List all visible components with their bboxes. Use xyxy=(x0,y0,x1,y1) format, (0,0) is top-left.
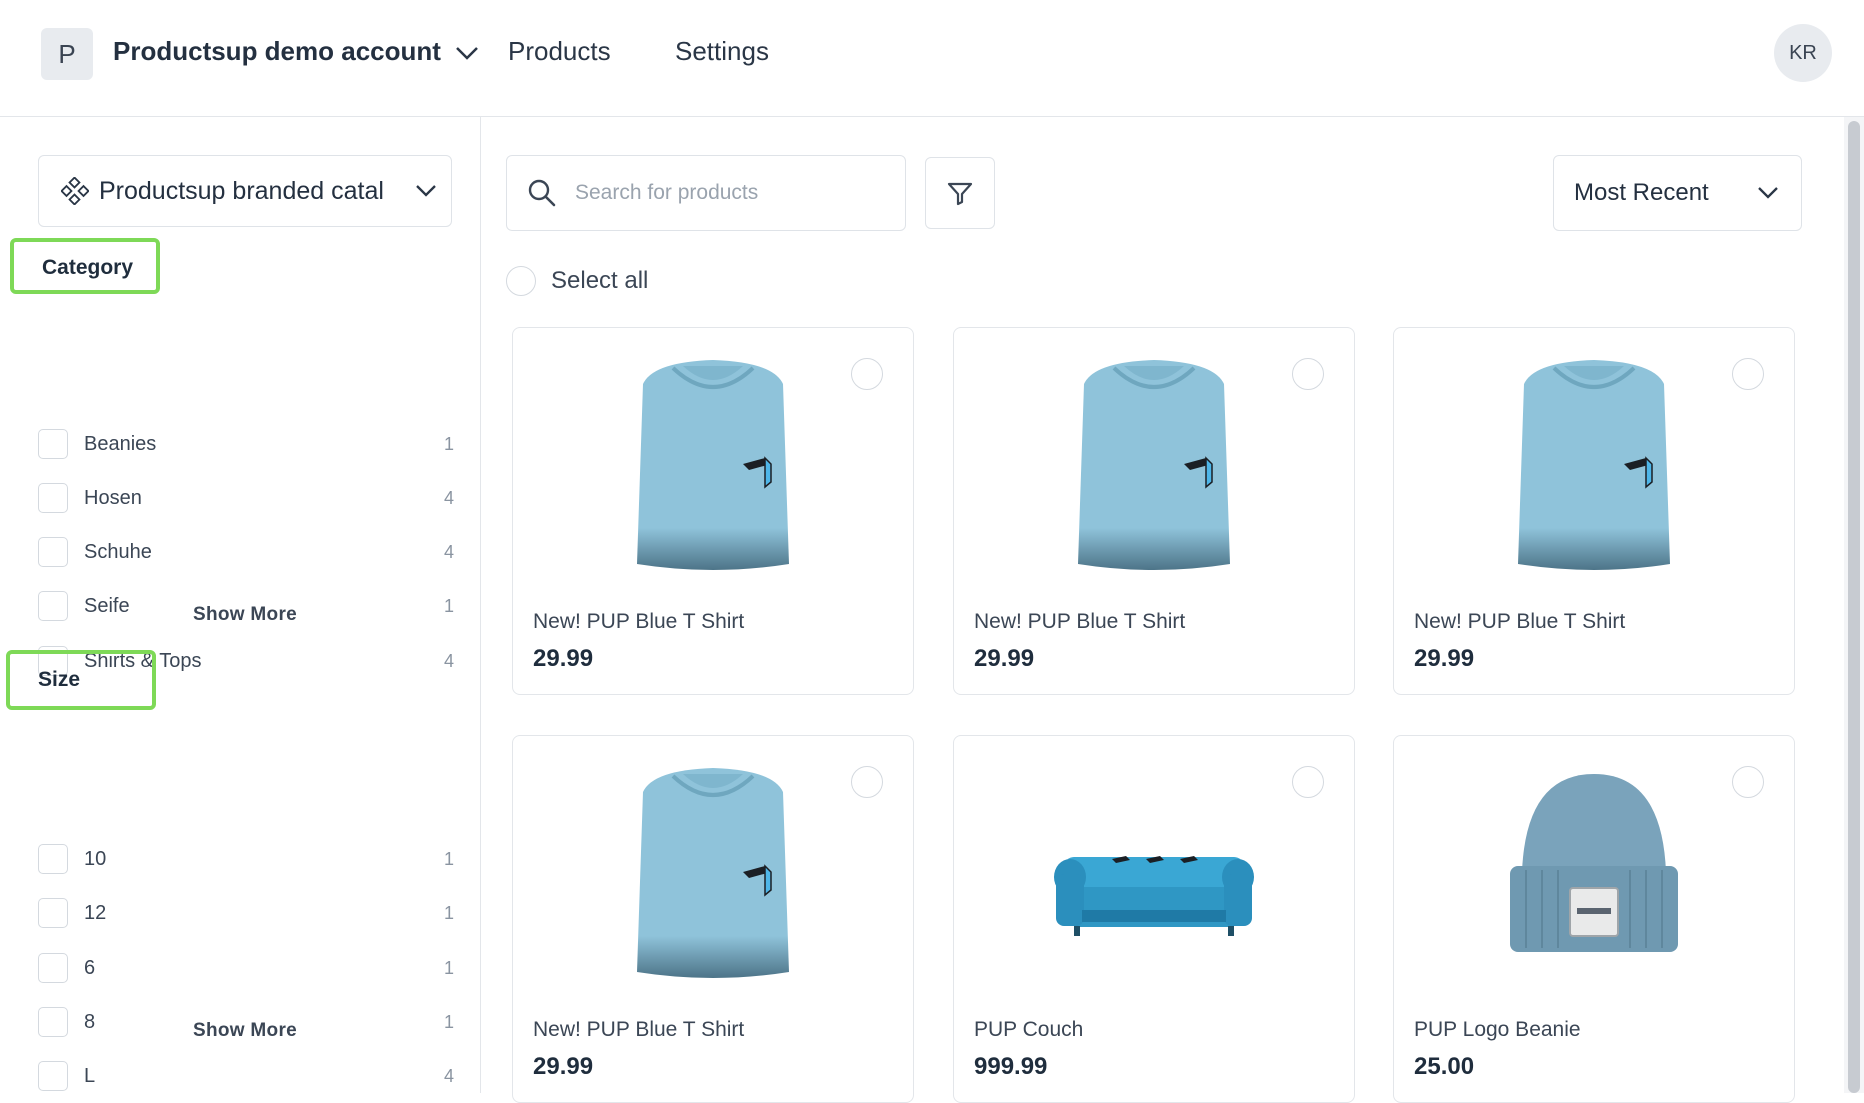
filter-option-hosen[interactable]: Hosen 4 xyxy=(38,481,454,515)
product-price: 29.99 xyxy=(1414,645,1475,672)
product-name: New! PUP Blue T Shirt xyxy=(974,610,1186,633)
sort-dropdown[interactable]: Most Recent xyxy=(1553,155,1802,231)
account-avatar[interactable]: P xyxy=(41,28,93,80)
tshirt-image xyxy=(637,768,789,978)
sort-dropdown-label: Most Recent xyxy=(1574,179,1709,206)
filter-option-count: 4 xyxy=(443,1065,454,1086)
product-select-radio[interactable] xyxy=(851,358,883,390)
chevron-down-icon xyxy=(416,185,436,197)
filter-option-schuhe[interactable]: Schuhe 4 xyxy=(38,535,454,569)
filter-option-count: 4 xyxy=(443,487,454,508)
checkbox[interactable] xyxy=(38,1061,68,1091)
checkbox[interactable] xyxy=(38,537,68,567)
product-select-radio[interactable] xyxy=(1292,766,1324,798)
filter-option-label: 12 xyxy=(84,901,107,924)
checkbox[interactable] xyxy=(38,483,68,513)
show-more-size-button[interactable]: Show More xyxy=(0,1020,490,1042)
filter-option-size-12[interactable]: 12 1 xyxy=(38,896,454,930)
product-select-radio[interactable] xyxy=(851,766,883,798)
filter-sidebar: Productsup branded catal Category Beanie… xyxy=(0,117,481,1093)
filter-option-label: Schuhe xyxy=(84,540,152,563)
product-name: New! PUP Blue T Shirt xyxy=(533,1018,745,1041)
search-icon xyxy=(528,179,556,207)
filter-option-label: Beanies xyxy=(84,432,157,455)
filter-icon xyxy=(947,182,973,206)
tshirt-image xyxy=(1078,360,1230,570)
couch-image xyxy=(1054,856,1254,936)
catalog-select[interactable]: Productsup branded catal xyxy=(38,155,452,227)
checkbox[interactable] xyxy=(38,844,68,874)
filter-option-count: 1 xyxy=(443,957,454,978)
filter-option-count: 1 xyxy=(443,902,454,923)
filter-group-title-category: Category xyxy=(10,238,160,294)
product-select-radio[interactable] xyxy=(1292,358,1324,390)
filter-option-size-10[interactable]: 10 1 xyxy=(38,842,454,876)
product-card[interactable]: New! PUP Blue T Shirt 29.99 xyxy=(512,735,914,1103)
product-card[interactable]: PUP Logo Beanie 25.00 xyxy=(1393,735,1795,1103)
product-card[interactable]: New! PUP Blue T Shirt 29.99 xyxy=(1393,327,1795,695)
show-more-category-button[interactable]: Show More xyxy=(0,604,490,626)
nav-products[interactable]: Products xyxy=(508,36,611,67)
product-name: New! PUP Blue T Shirt xyxy=(1414,610,1626,633)
checkbox[interactable] xyxy=(38,953,68,983)
filter-button[interactable] xyxy=(925,157,995,229)
product-price: 25.00 xyxy=(1414,1053,1475,1080)
filter-option-label: 10 xyxy=(84,847,107,870)
product-card[interactable]: PUP Couch 999.99 xyxy=(953,735,1355,1103)
select-all[interactable]: Select all xyxy=(506,266,648,296)
product-price: 29.99 xyxy=(533,1053,594,1080)
filter-option-count: 4 xyxy=(443,541,454,562)
checkbox[interactable] xyxy=(38,898,68,928)
checkbox[interactable] xyxy=(38,429,68,459)
tshirt-image xyxy=(1518,360,1670,570)
filter-option-size-6[interactable]: 6 1 xyxy=(38,951,454,985)
catalog-icon xyxy=(61,177,89,205)
scrollbar-thumb[interactable] xyxy=(1848,121,1860,1093)
product-select-radio[interactable] xyxy=(1732,766,1764,798)
product-card[interactable]: New! PUP Blue T Shirt 29.99 xyxy=(512,327,914,695)
nav-settings[interactable]: Settings xyxy=(675,36,769,67)
chevron-down-icon xyxy=(1758,187,1778,199)
filter-option-label: L xyxy=(84,1064,96,1087)
top-bar: P Productsup demo account Products Setti… xyxy=(0,0,1864,117)
select-all-label: Select all xyxy=(551,267,649,294)
search-box[interactable] xyxy=(506,155,906,231)
tshirt-image xyxy=(637,360,789,570)
product-price: 29.99 xyxy=(533,645,594,672)
product-name: PUP Couch xyxy=(974,1018,1084,1041)
filter-option-count: 4 xyxy=(443,650,454,671)
filter-group-title-size: Size xyxy=(6,650,156,710)
select-all-radio[interactable] xyxy=(506,266,536,296)
product-name: New! PUP Blue T Shirt xyxy=(533,610,745,633)
product-price: 999.99 xyxy=(974,1053,1048,1080)
beanie-image xyxy=(1510,774,1678,952)
product-name: PUP Logo Beanie xyxy=(1414,1018,1581,1041)
product-card[interactable]: New! PUP Blue T Shirt 29.99 xyxy=(953,327,1355,695)
chevron-down-icon[interactable] xyxy=(452,40,482,66)
product-price: 29.99 xyxy=(974,645,1035,672)
user-avatar[interactable]: KR xyxy=(1774,24,1832,82)
filter-option-label: Hosen xyxy=(84,486,142,509)
filter-option-size-l[interactable]: L 4 xyxy=(38,1059,454,1093)
filter-option-count: 1 xyxy=(443,848,454,869)
product-select-radio[interactable] xyxy=(1732,358,1764,390)
filter-option-beanies[interactable]: Beanies 1 xyxy=(38,427,454,461)
catalog-select-label: Productsup branded catal xyxy=(99,176,384,205)
account-name[interactable]: Productsup demo account xyxy=(113,36,441,67)
filter-option-count: 1 xyxy=(443,433,454,454)
search-input[interactable] xyxy=(573,180,897,206)
filter-option-label: 6 xyxy=(84,956,96,979)
